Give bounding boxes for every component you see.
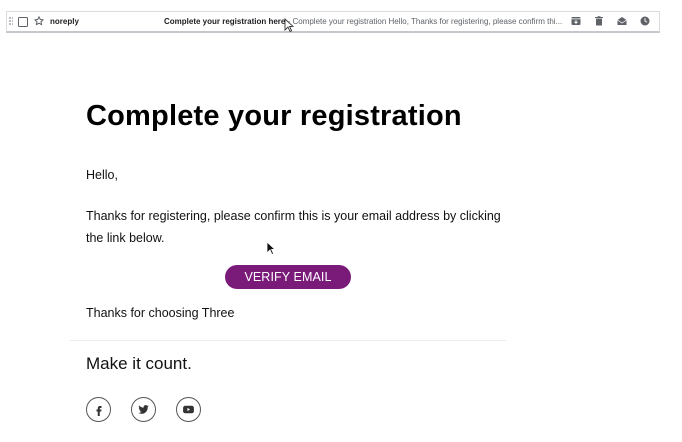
row-actions	[570, 15, 651, 27]
sender-name: noreply	[50, 17, 79, 26]
email-closing: Thanks for choosing Three	[86, 306, 235, 320]
email-viewer: noreply Complete your registration here …	[0, 0, 682, 442]
youtube-link[interactable]	[176, 397, 201, 422]
select-checkbox[interactable]	[18, 17, 28, 27]
email-title: Complete your registration	[86, 100, 462, 132]
star-icon[interactable]	[33, 15, 45, 27]
cursor-icon	[266, 241, 276, 255]
email-greeting: Hello,	[86, 168, 118, 182]
facebook-link[interactable]	[86, 397, 111, 422]
email-body: Complete your registration Hello, Thanks…	[0, 34, 682, 442]
subject-line: Complete your registration here - Comple…	[164, 17, 568, 26]
facebook-icon	[96, 405, 101, 416]
mark-as-read-icon[interactable]	[616, 15, 628, 27]
subject-text: Complete your registration here	[164, 17, 286, 26]
twitter-link[interactable]	[131, 397, 156, 422]
archive-icon[interactable]	[570, 15, 582, 27]
divider	[70, 340, 506, 341]
drag-handle-icon[interactable]	[9, 17, 13, 27]
brand-tagline: Make it count.	[86, 354, 192, 373]
social-links	[86, 397, 201, 422]
delete-icon[interactable]	[593, 15, 605, 27]
cursor-icon	[284, 18, 294, 32]
inbox-message-row[interactable]: noreply Complete your registration here …	[6, 11, 660, 33]
email-message: Thanks for registering, please confirm t…	[86, 209, 501, 245]
youtube-icon	[183, 405, 194, 414]
snippet-text: Complete your registration Hello, Thanks…	[292, 17, 563, 26]
verify-email-button[interactable]: VERIFY EMAIL	[225, 265, 351, 289]
snooze-clock-icon[interactable]	[639, 15, 651, 27]
twitter-icon	[138, 405, 149, 414]
